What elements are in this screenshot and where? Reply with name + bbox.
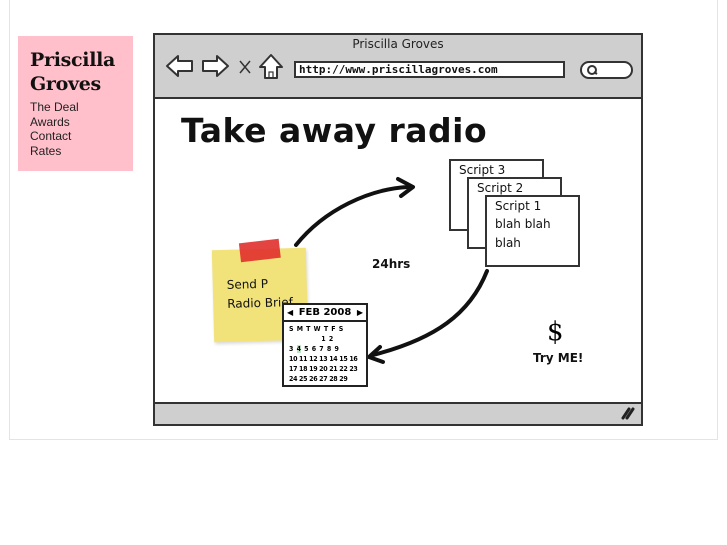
arrow-to-calendar [371,269,489,357]
forward-arrow-icon[interactable] [200,53,230,79]
tape [238,238,281,263]
arrowhead-to-scripts [396,177,415,198]
nav-link-rates[interactable]: Rates [30,144,133,159]
brand-line-1: Priscilla [30,49,116,71]
dollar-icon: $ [547,317,564,347]
script-card-body: blah [495,236,521,250]
nav-link-awards[interactable]: Awards [30,115,133,130]
calendar-week: 3 4 5 6 7 8 9 [289,345,340,353]
prev-month-icon[interactable]: ◀ [287,305,293,320]
nav-link-contact[interactable]: Contact [30,129,133,144]
status-bar [155,402,641,424]
calendar-grid: S M T W T F S 1 2 3 4 5 6 7 8 9 10 11 12… [284,322,366,384]
sidebar-nav: The Deal Awards Contact Rates [30,100,133,158]
script-card-body: blah blah [495,217,551,231]
next-month-icon[interactable]: ▶ [357,305,363,320]
calendar-month: FEB 2008 [298,307,352,318]
back-arrow-icon[interactable] [165,53,195,79]
calendar-week: 17 18 19 20 21 22 23 [289,365,358,373]
script-card-title: Script 1 [495,199,542,213]
browser-window-mockup: Priscilla Groves http://www.priscillagro… [153,33,643,426]
sticky-line-1: Send P [226,276,269,292]
script-card-1: Script 1 blah blah blah [485,195,580,267]
stop-icon[interactable] [237,53,253,79]
sidebar: Priscilla Groves The Deal Awards Contact… [18,36,133,171]
page-canvas: Take away radio Script 3 Script 2 Script… [155,99,641,402]
calendar-widget: ◀ FEB 2008 ▶ S M T W T F S 1 2 3 4 5 6 7… [282,303,368,387]
browser-toolbar: Priscilla Groves http://www.priscillagro… [155,35,641,99]
arrow-to-scripts [294,185,410,247]
calendar-week: 1 2 [289,335,334,343]
brand-title: Priscilla Groves [30,48,133,96]
script-card-title: Script 2 [477,181,524,195]
nav-link-the-deal[interactable]: The Deal [30,100,133,115]
calendar-week: 24 25 26 27 28 29 [289,375,348,383]
window-title: Priscilla Groves [352,37,444,51]
calendar-week: 10 11 12 13 14 15 16 [289,355,358,363]
search-icon [587,65,598,75]
address-bar[interactable]: http://www.priscillagroves.com [294,61,565,78]
script-card-title: Script 3 [459,163,506,177]
calendar-header: ◀ FEB 2008 ▶ [284,305,366,322]
calendar-weekdays: S M T W T F S [289,325,344,333]
brand-line-2: Groves [30,73,101,95]
headline: Take away radio [181,111,488,150]
duration-label: 24hrs [372,257,411,271]
resize-grip-icon[interactable] [621,406,635,420]
home-icon[interactable] [258,53,284,81]
try-me-link[interactable]: Try ME! [533,351,583,365]
arrowhead-to-calendar [367,345,385,364]
search-field[interactable] [580,61,633,79]
